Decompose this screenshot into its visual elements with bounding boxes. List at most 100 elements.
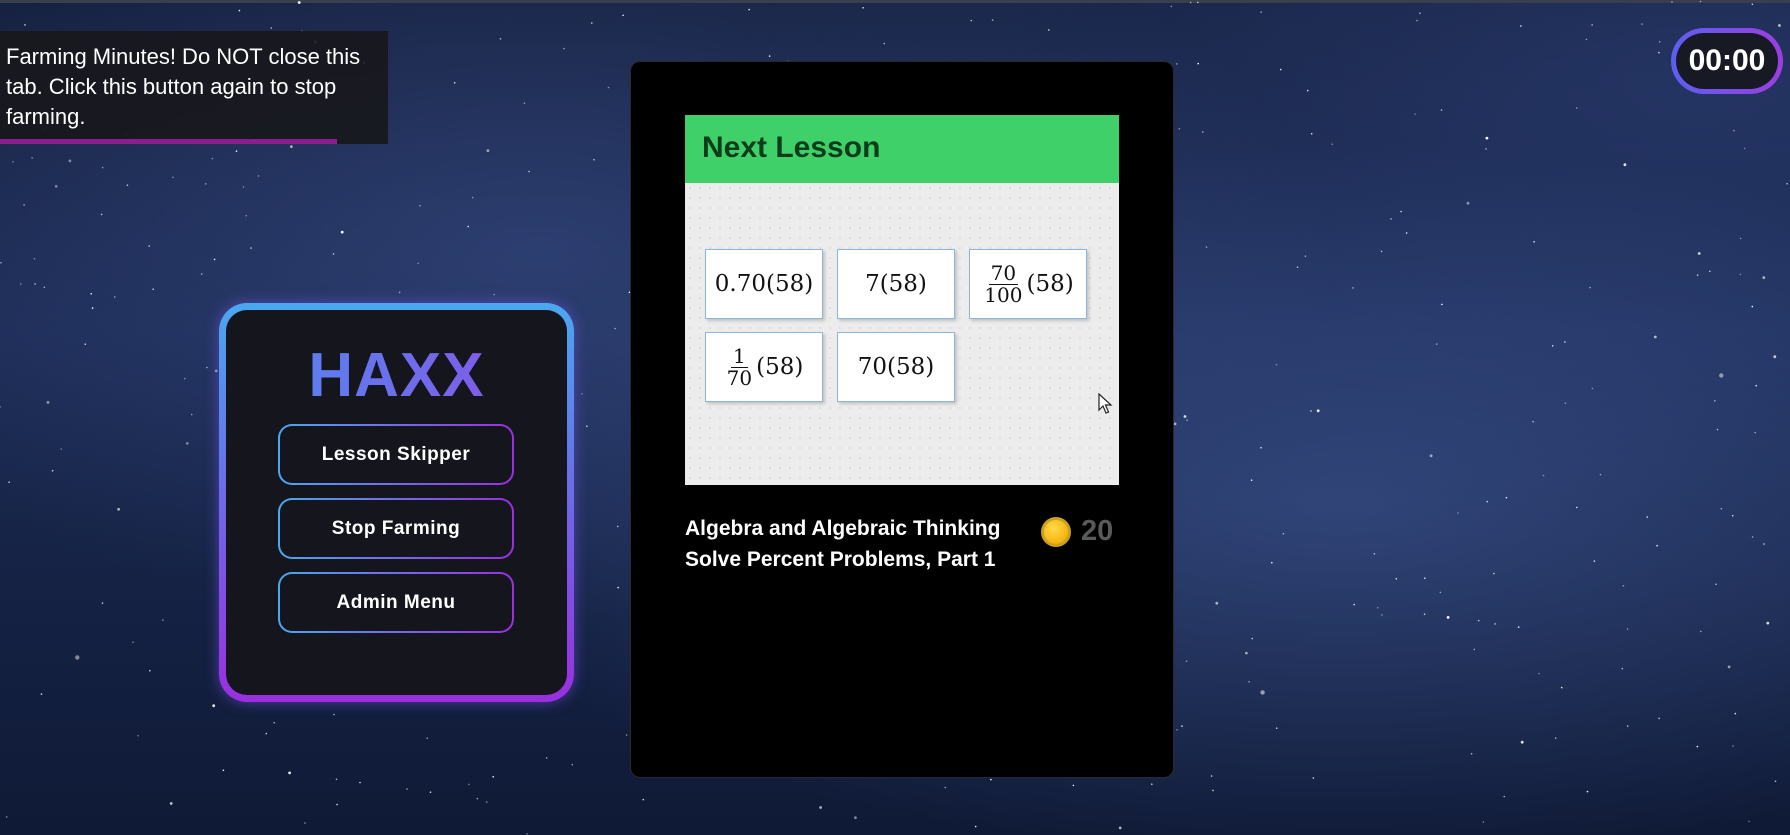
star (235, 150, 238, 152)
star (1312, 777, 1315, 779)
star (1405, 232, 1408, 234)
star (862, 7, 864, 9)
star (1376, 607, 1379, 609)
star (1503, 795, 1505, 798)
star (137, 734, 139, 737)
star (1212, 789, 1214, 792)
star (1766, 621, 1770, 625)
answer-option[interactable]: 0.70(58) (705, 249, 823, 319)
star (1658, 41, 1661, 43)
star (1538, 672, 1540, 675)
star (1623, 163, 1627, 167)
star (1416, 19, 1418, 22)
star (1118, 826, 1122, 830)
toast-message: Farming Minutes! Do NOT close this tab. … (6, 44, 361, 129)
star (1310, 410, 1312, 412)
star (1189, 1, 1192, 4)
star (1381, 614, 1383, 616)
star (591, 22, 593, 24)
star (1493, 572, 1495, 575)
star (1202, 131, 1204, 133)
star (1626, 628, 1629, 630)
star (467, 225, 470, 228)
star (1482, 821, 1485, 823)
star (1457, 512, 1459, 514)
farming-toast[interactable]: Farming Minutes! Do NOT close this tab. … (0, 31, 388, 144)
star (563, 47, 565, 50)
star (1380, 250, 1383, 253)
stop-farming-button[interactable]: Stop Farming (278, 498, 514, 559)
points-value: 20 (1081, 515, 1114, 547)
star (1486, 500, 1488, 503)
star (31, 157, 33, 159)
answer-option[interactable]: 70 100 (58) (969, 249, 1087, 319)
star (1751, 305, 1754, 308)
star (1260, 446, 1262, 449)
star (204, 183, 207, 185)
star (152, 288, 154, 291)
star (117, 507, 120, 511)
star (1260, 11, 1262, 13)
star (486, 149, 490, 153)
star (492, 776, 495, 778)
star (586, 425, 588, 428)
star (211, 157, 214, 160)
star (1641, 23, 1643, 25)
star (616, 525, 619, 528)
star (1696, 274, 1699, 276)
panel-title: HAXX (226, 340, 567, 411)
star (1743, 147, 1746, 150)
star (426, 737, 429, 739)
star (101, 166, 104, 169)
star (1072, 784, 1075, 787)
star (819, 806, 822, 809)
star (1751, 536, 1754, 538)
answer-option[interactable]: 70(58) (837, 332, 955, 402)
star (476, 797, 479, 800)
lesson-header: Next Lesson (685, 115, 1119, 183)
star (242, 186, 245, 188)
star (614, 327, 616, 330)
star (1170, 5, 1173, 8)
star (40, 693, 43, 695)
star (1593, 560, 1596, 562)
lesson-skipper-button[interactable]: Lesson Skipper (278, 424, 514, 485)
mouse-cursor-icon (1098, 393, 1113, 414)
star (1727, 665, 1731, 669)
admin-menu-button[interactable]: Admin Menu (278, 572, 514, 633)
star (1271, 561, 1273, 564)
star (33, 257, 36, 260)
star (1185, 660, 1188, 662)
star (1589, 286, 1591, 289)
answer-option[interactable]: 7(58) (837, 249, 955, 319)
star (359, 781, 361, 784)
star (1626, 725, 1629, 727)
star (419, 204, 421, 207)
star (1505, 496, 1508, 499)
star (1533, 241, 1535, 243)
toast-progress-bar (0, 139, 337, 144)
star (1176, 729, 1178, 731)
star (1494, 623, 1496, 625)
star (288, 771, 291, 775)
star (944, 786, 947, 789)
star (617, 586, 619, 589)
star (1520, 25, 1522, 27)
star (523, 102, 526, 104)
star (113, 296, 116, 298)
star (1197, 1, 1199, 4)
next-lesson-card[interactable]: Next Lesson 0.70(58) 7(58) 70 100 (58) 1… (630, 61, 1174, 778)
star (162, 619, 164, 621)
star (1699, 0, 1702, 3)
fraction-numerator: 70 (988, 260, 1019, 285)
lesson-info: Algebra and Algebraic Thinking Solve Per… (685, 513, 1000, 575)
star (1395, 577, 1398, 580)
star (581, 393, 583, 395)
coin-icon (1041, 517, 1071, 547)
star (270, 27, 273, 29)
star (54, 184, 58, 188)
timer-display: 00:00 (1671, 28, 1783, 94)
star (1739, 237, 1742, 240)
answer-option[interactable]: 1 70 (58) (705, 332, 823, 402)
haxx-menu-panel: HAXX Lesson Skipper Stop Farming Admin M… (219, 303, 574, 702)
